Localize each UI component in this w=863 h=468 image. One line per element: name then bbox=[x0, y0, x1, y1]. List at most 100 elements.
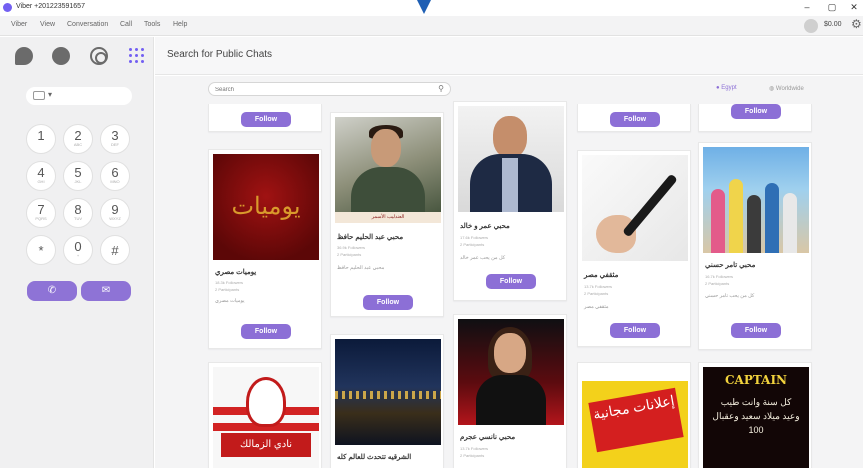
channel-card[interactable]: يوميات يوميات مصري 18.3k Followers 2 Par… bbox=[208, 149, 322, 349]
country-dropdown-icon[interactable]: ▾ bbox=[48, 90, 52, 99]
channel-image: يوميات bbox=[213, 154, 319, 260]
channel-card[interactable]: مثقفي مصر 13.7k Followers 2 Participants… bbox=[577, 150, 691, 347]
channel-card[interactable]: العندليب الأسمر محبي عبد الحليم حافظ 36.… bbox=[330, 112, 444, 317]
dial-key-0[interactable]: 0 + bbox=[63, 235, 93, 265]
dial-key-4[interactable]: 4 GHI bbox=[26, 161, 56, 191]
follow-button[interactable]: Follow bbox=[363, 295, 413, 310]
menu-tools[interactable]: Tools bbox=[144, 21, 160, 28]
channel-image bbox=[703, 147, 809, 253]
key-letters: MNO bbox=[110, 179, 120, 184]
nav-row bbox=[0, 37, 154, 75]
follow-button[interactable]: Follow bbox=[610, 323, 660, 338]
menu-viber[interactable]: Viber bbox=[11, 21, 27, 28]
balance-label[interactable]: $0.00 bbox=[824, 21, 842, 28]
chat-icon[interactable] bbox=[15, 47, 33, 65]
follow-button[interactable]: Follow bbox=[610, 112, 660, 127]
dial-key-hash[interactable]: # bbox=[100, 235, 130, 265]
channel-name: محبي عبد الحليم حافظ bbox=[337, 234, 404, 241]
location-worldwide-label: Worldwide bbox=[775, 86, 804, 92]
channel-card[interactable]: الشرقيه تتحدث للعالم كله bbox=[330, 334, 444, 468]
left-panel: ▾ 1 2 ABC 3 DEF 4 GHI 5 JKL 6 MNO 7 PQRS 8 TUV … bbox=[0, 37, 154, 468]
close-button[interactable]: ✕ bbox=[847, 1, 861, 14]
channel-image bbox=[458, 319, 564, 425]
minimize-button[interactable]: – bbox=[800, 1, 814, 14]
search-input[interactable] bbox=[215, 84, 425, 95]
image-caption: يوميات bbox=[231, 192, 301, 220]
channel-description: كل من يحب تامر حسني bbox=[705, 293, 755, 299]
dial-key-9[interactable]: 9 WXYZ bbox=[100, 198, 130, 228]
location-egypt[interactable]: ● Egypt bbox=[716, 85, 737, 91]
key-letters: ABC bbox=[73, 142, 83, 147]
gear-icon[interactable]: ⚙ bbox=[851, 17, 862, 31]
channel-followers: 17.6k Followers bbox=[460, 235, 489, 240]
key-digit: 1 bbox=[37, 128, 45, 143]
key-digit: 7 bbox=[37, 202, 45, 217]
menu-bar: Viber View Conversation Call Tools Help … bbox=[0, 16, 863, 36]
channel-followers: 16.7k Followers bbox=[705, 274, 734, 279]
dialpad-icon[interactable] bbox=[128, 47, 146, 65]
key-digit: 4 bbox=[37, 165, 45, 180]
dial-key-7[interactable]: 7 PQRS bbox=[26, 198, 56, 228]
search-bar[interactable]: ⚲ bbox=[208, 82, 451, 96]
menu-view[interactable]: View bbox=[40, 21, 55, 28]
public-chats-icon[interactable] bbox=[90, 47, 108, 65]
menu-help[interactable]: Help bbox=[173, 21, 187, 28]
image-caption: نادي الزمالك bbox=[221, 433, 311, 457]
drop-marker-icon bbox=[417, 0, 431, 14]
dial-key-2[interactable]: 2 ABC bbox=[63, 124, 93, 154]
public-chats-grid: ⚲ ● Egypt ◍ Worldwide Follow Follow Foll… bbox=[155, 76, 863, 468]
follow-button[interactable]: Follow bbox=[241, 112, 291, 127]
key-letters: PQRS bbox=[35, 216, 47, 221]
key-digit: * bbox=[38, 243, 44, 258]
channel-followers: 13.7k Followers bbox=[460, 446, 489, 451]
channel-followers: 13.7k Followers bbox=[584, 284, 613, 289]
channel-description: كل من يحب عمر خالد bbox=[460, 255, 506, 261]
phone-number-input[interactable]: ▾ bbox=[26, 87, 132, 105]
key-digit: 2 bbox=[74, 128, 82, 143]
user-avatar[interactable] bbox=[804, 19, 818, 33]
key-letters: GHI bbox=[37, 179, 45, 184]
maximize-button[interactable]: ▢ bbox=[825, 1, 839, 14]
message-button[interactable]: ✉ bbox=[81, 281, 131, 301]
dial-key-1[interactable]: 1 bbox=[26, 124, 56, 154]
dial-key-3[interactable]: 3 DEF bbox=[100, 124, 130, 154]
channel-participants: 2 Participants bbox=[705, 281, 730, 286]
location-worldwide[interactable]: ◍ Worldwide bbox=[769, 85, 804, 92]
channel-card[interactable]: CAPTAIN كل سنة وانت طيب وعيد ميلاد سعيد … bbox=[698, 362, 812, 468]
image-caption: CAPTAIN bbox=[724, 373, 788, 387]
menu-conversation[interactable]: Conversation bbox=[67, 21, 108, 28]
follow-button[interactable]: Follow bbox=[731, 104, 781, 119]
channel-card[interactable]: محبي عمر و خالد 17.6k Followers 2 Partic… bbox=[453, 101, 567, 301]
dial-key-star[interactable]: * bbox=[26, 235, 56, 265]
key-letters: DEF bbox=[111, 142, 119, 147]
follow-button[interactable]: Follow bbox=[731, 323, 781, 338]
key-digit: 8 bbox=[74, 202, 82, 217]
channel-card[interactable]: محبي نانسي عجرم 13.7k Followers 2 Partic… bbox=[453, 314, 567, 468]
channel-image: إعلانات مجانية bbox=[582, 367, 688, 468]
dial-key-5[interactable]: 5 JKL bbox=[63, 161, 93, 191]
channel-image bbox=[582, 155, 688, 261]
key-letters: TUV bbox=[74, 216, 82, 221]
globe-icon: ◍ bbox=[769, 86, 775, 92]
channel-card[interactable]: إعلانات مجانية bbox=[577, 362, 691, 468]
search-icon[interactable]: ⚲ bbox=[438, 84, 444, 93]
channel-description: يوميات مصري bbox=[215, 298, 245, 304]
country-flag-icon[interactable] bbox=[33, 91, 45, 100]
voice-call-button[interactable]: ✆ bbox=[27, 281, 77, 301]
phone-icon: ✆ bbox=[47, 285, 57, 296]
image-caption: كل سنة وانت طيب وعيد ميلاد سعيد وعقبال 1… bbox=[712, 397, 800, 435]
pin-icon: ● bbox=[716, 85, 720, 91]
channel-card[interactable]: نادي الزمالك bbox=[208, 362, 322, 468]
dial-key-6[interactable]: 6 MNO bbox=[100, 161, 130, 191]
follow-button[interactable]: Follow bbox=[241, 324, 291, 339]
contacts-icon[interactable] bbox=[52, 47, 70, 65]
card-partial-5: Follow bbox=[698, 104, 812, 132]
channel-image: نادي الزمالك bbox=[213, 367, 319, 468]
channel-name: يوميات مصري bbox=[215, 269, 257, 276]
follow-button[interactable]: Follow bbox=[486, 274, 536, 289]
dial-key-8[interactable]: 8 TUV bbox=[63, 198, 93, 228]
channel-name: محبي عمر و خالد bbox=[460, 223, 510, 230]
channel-image bbox=[458, 106, 564, 212]
channel-card[interactable]: محبي تامر حسني 16.7k Followers 2 Partici… bbox=[698, 142, 812, 350]
menu-call[interactable]: Call bbox=[120, 21, 132, 28]
